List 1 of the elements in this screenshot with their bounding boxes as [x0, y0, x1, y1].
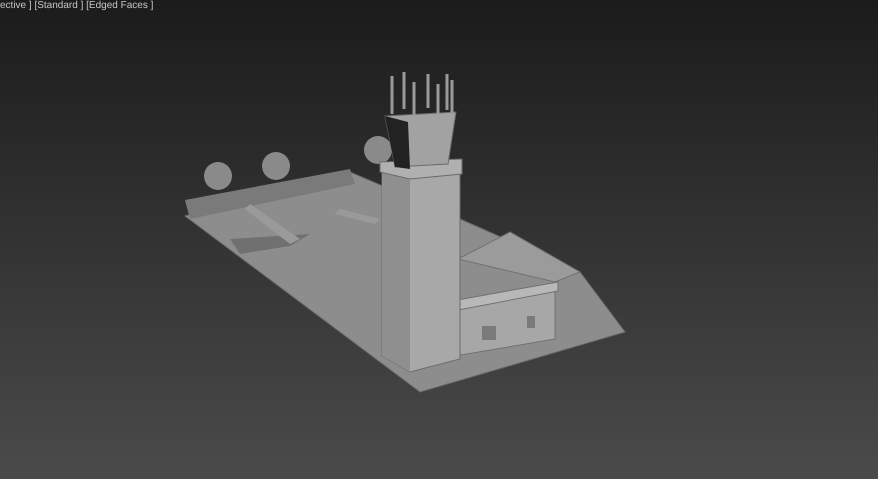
viewport-label[interactable]: ective ] [Standard ] [Edged Faces ] [0, 0, 154, 12]
